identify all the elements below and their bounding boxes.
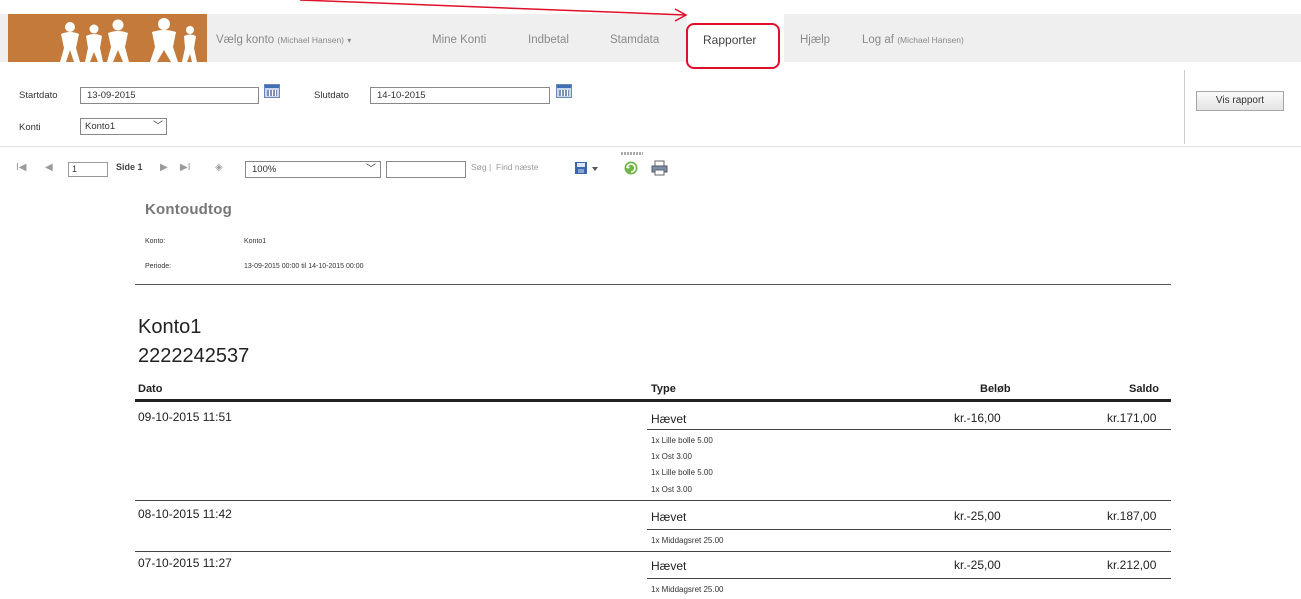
chevron-down-icon: ﹀	[153, 121, 163, 132]
refresh-icon[interactable]	[623, 160, 639, 176]
periode-label: Periode:	[145, 263, 172, 270]
toolbar-separator: |	[489, 162, 492, 172]
parameters-divider	[1184, 70, 1185, 144]
row-item: 1x Ost 3.00	[651, 485, 692, 494]
row-saldo: kr.171,00	[1107, 411, 1157, 425]
konti-label: Konti	[19, 122, 41, 133]
report-title: Kontoudtog	[145, 201, 232, 218]
column-header-saldo: Saldo	[1129, 383, 1159, 395]
slutdato-label: Slutdato	[314, 90, 349, 101]
row-beloeb: kr.-25,00	[954, 509, 1001, 523]
row-saldo: kr.212,00	[1107, 558, 1157, 572]
row-item: 1x Middagsret 25.00	[651, 536, 724, 545]
startdato-calendar-icon[interactable]	[264, 84, 280, 98]
konti-select-value: Konto1	[85, 121, 116, 132]
column-header-type: Type	[651, 383, 676, 395]
row-saldo: kr.187,00	[1107, 509, 1157, 523]
row-type: Hævet	[651, 510, 687, 524]
row-detail-rule	[647, 529, 1171, 530]
row-dato: 09-10-2015 11:51	[138, 410, 232, 424]
row-item: 1x Lille bolle 5.00	[651, 468, 713, 477]
header-divider	[135, 284, 1171, 285]
chevron-down-icon: ﹀	[366, 164, 376, 175]
row-detail-rule	[647, 429, 1171, 430]
row-detail-rule	[647, 578, 1171, 579]
annotation-arrow-icon	[299, 0, 688, 22]
first-page-icon[interactable]: I◀	[16, 162, 26, 173]
page-number-input[interactable]: 1	[68, 162, 108, 177]
column-header-dato: Dato	[138, 383, 163, 395]
search-link[interactable]: Søg	[471, 162, 487, 172]
account-number: 2222242537	[138, 345, 250, 367]
table-header-rule	[135, 399, 1171, 402]
row-type: Hævet	[651, 559, 687, 573]
search-input[interactable]	[386, 161, 466, 178]
zoom-select[interactable]: 100% ﹀	[245, 161, 381, 178]
konto-value: Konto1	[244, 238, 267, 245]
page-count-text: Side 1	[116, 162, 143, 172]
konto-label: Konto:	[145, 238, 166, 245]
last-page-icon[interactable]: ▶I	[180, 162, 190, 173]
konti-select[interactable]: Konto1 ﹀	[80, 118, 167, 135]
row-beloeb: kr.-25,00	[954, 558, 1001, 572]
slutdato-field[interactable]: 14-10-2015	[370, 87, 550, 104]
find-next-link[interactable]: Find næste	[496, 162, 539, 172]
row-separator	[135, 551, 1171, 552]
row-dato: 08-10-2015 11:42	[138, 507, 232, 521]
account-name: Konto1	[138, 316, 202, 338]
startdato-field[interactable]: 13-09-2015	[80, 87, 259, 104]
row-separator	[135, 500, 1171, 501]
slutdato-calendar-icon[interactable]	[556, 84, 572, 98]
row-item: 1x Middagsret 25.00	[651, 585, 724, 594]
vis-rapport-button[interactable]: Vis rapport	[1196, 91, 1284, 111]
row-dato: 07-10-2015 11:27	[138, 556, 232, 570]
prev-page-icon[interactable]: ◀	[45, 162, 53, 173]
zoom-select-value: 100%	[252, 164, 277, 175]
back-icon[interactable]: ◈	[215, 162, 223, 173]
periode-value: 13-09-2015 00:00 til 14-10-2015 00:00	[244, 263, 364, 270]
export-icon[interactable]	[574, 160, 600, 176]
row-beloeb: kr.-16,00	[954, 411, 1001, 425]
row-item: 1x Ost 3.00	[651, 452, 692, 461]
row-item: 1x Lille bolle 5.00	[651, 436, 713, 445]
column-header-beloeb: Beløb	[980, 383, 1011, 395]
report-parameters-panel	[0, 68, 1301, 147]
row-type: Hævet	[651, 412, 687, 426]
startdato-label: Startdato	[19, 90, 58, 101]
next-page-icon[interactable]: ▶	[160, 162, 168, 173]
print-icon[interactable]	[651, 160, 669, 176]
